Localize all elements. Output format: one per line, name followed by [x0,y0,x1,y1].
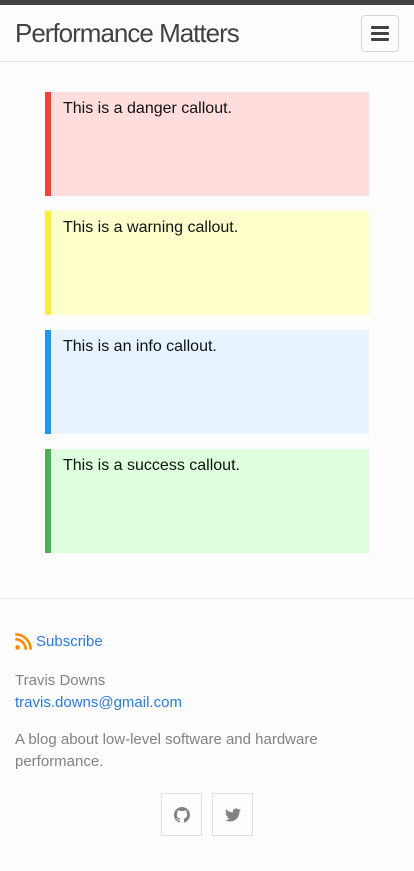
site-description: A blog about low-level software and hard… [15,731,318,770]
github-button[interactable] [161,793,202,836]
callout-warning: This is a warning callout. [45,211,369,315]
callout-danger: This is a danger callout. [45,92,369,196]
main-content: This is a danger callout. This is a warn… [0,62,414,553]
subscribe-link[interactable]: Subscribe [15,633,399,650]
callout-text: This is an info callout. [63,338,217,355]
site-title[interactable]: Performance Matters [15,18,240,49]
callout-info: This is an info callout. [45,330,369,434]
hamburger-icon [371,25,389,41]
callout-text: This is a success callout. [63,457,240,474]
twitter-icon [224,807,241,821]
rss-icon [15,633,32,650]
subscribe-label: Subscribe [36,633,103,650]
github-icon [173,806,190,823]
callout-text: This is a danger callout. [63,100,232,117]
callout-text: This is a warning callout. [63,219,239,236]
author-name: Travis Downs [15,672,106,689]
twitter-button[interactable] [212,793,253,836]
social-links [15,793,399,836]
menu-button[interactable] [361,14,399,52]
author-email-link[interactable]: travis.downs@gmail.com [15,692,399,714]
callout-success: This is a success callout. [45,449,369,553]
site-header: Performance Matters [0,5,414,62]
site-footer: Subscribe Travis Downs travis.downs@gmai… [0,598,414,836]
